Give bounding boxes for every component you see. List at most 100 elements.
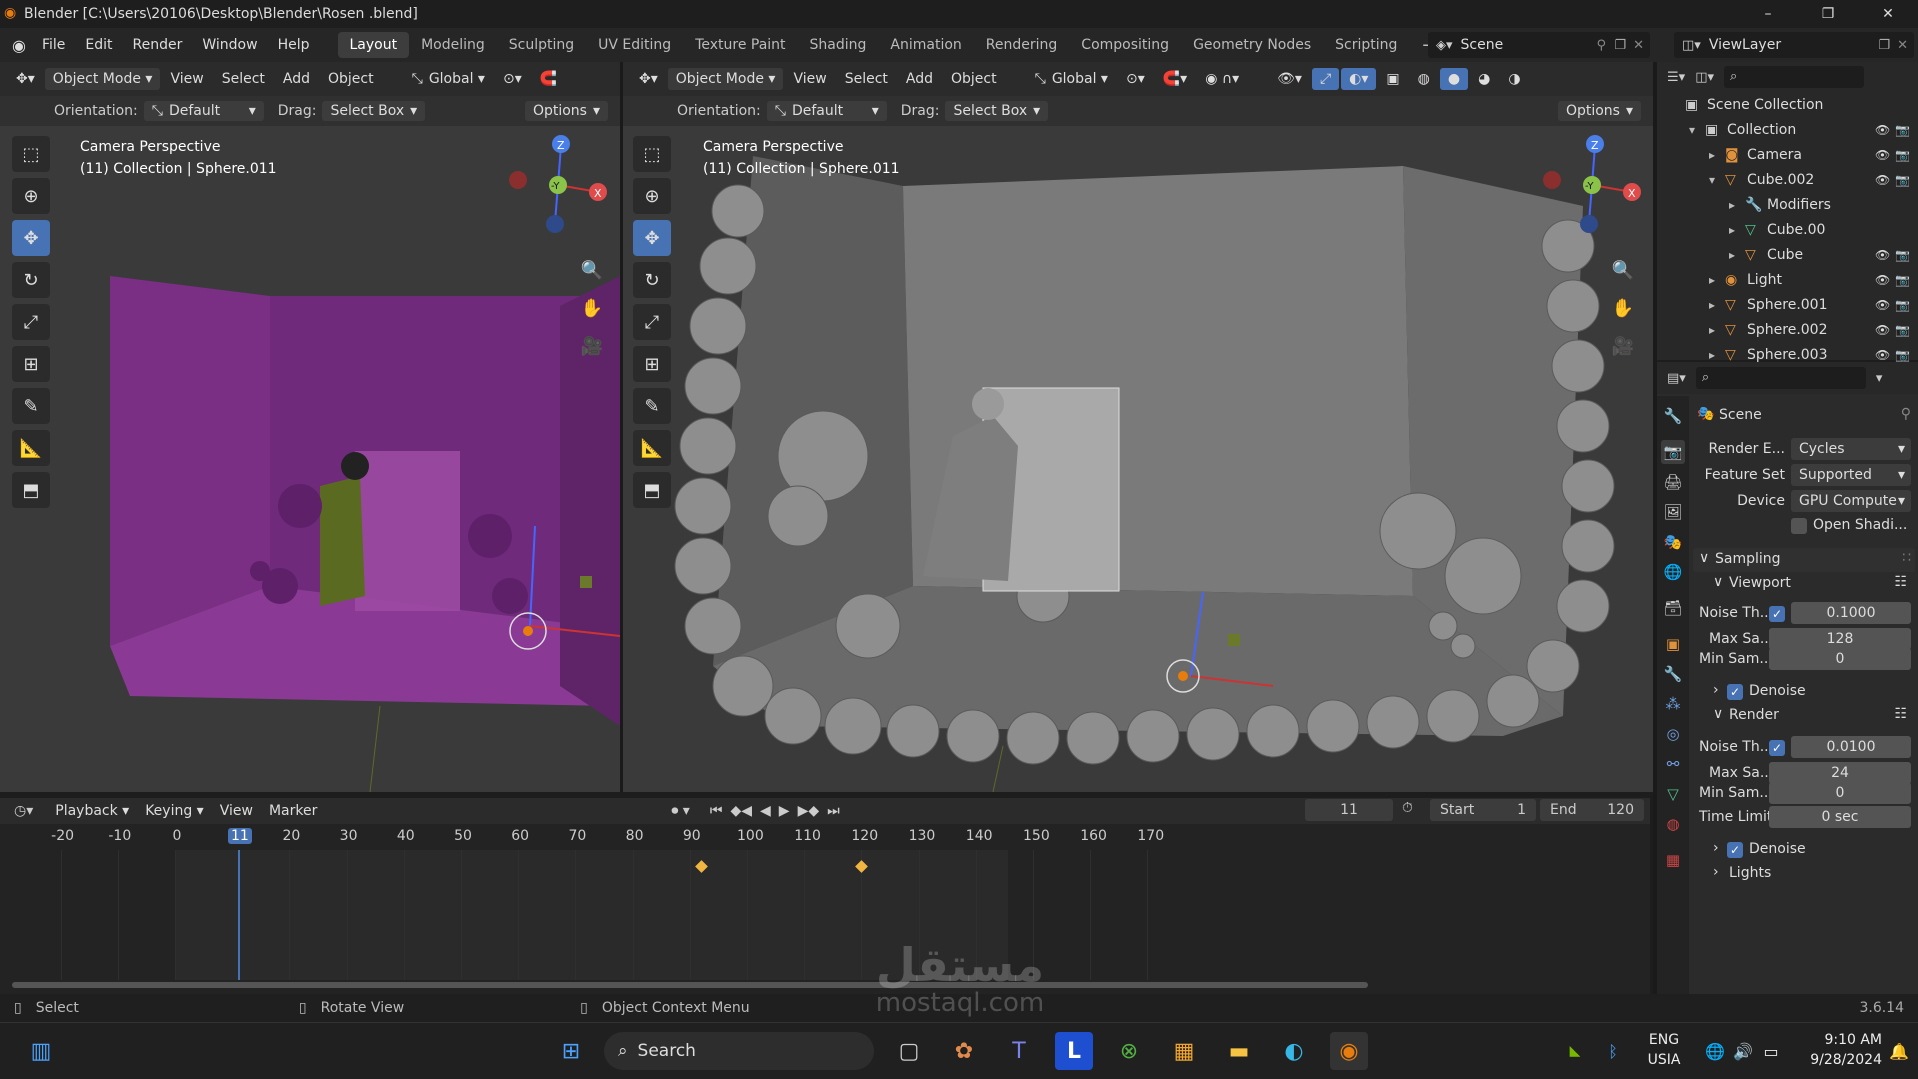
render-camera-icon[interactable]: 📷 — [1895, 273, 1910, 287]
proportional-edit-icon[interactable]: ◉ ∩▾ — [1197, 68, 1247, 90]
jump-end-icon[interactable]: ⏭ — [827, 803, 840, 819]
r-denoise-checkbox[interactable]: ✓ — [1727, 842, 1743, 858]
render-tab-icon[interactable]: 📷 — [1661, 440, 1685, 464]
r-noise-field[interactable]: 0.0100 — [1791, 736, 1911, 758]
zoom-icon[interactable]: 🔍 — [1609, 256, 1637, 284]
outliner-row[interactable]: ▸ ▽ Cube 👁 📷 — [1657, 242, 1918, 267]
expand-arrow-icon[interactable]: ▸ — [1709, 298, 1715, 312]
properties-options-icon[interactable]: ▾ — [1876, 371, 1883, 386]
menu-file[interactable]: File — [32, 37, 75, 53]
vp-denoise-row[interactable]: › ✓ Denoise — [1693, 680, 1915, 704]
outliner-row[interactable]: ▣ Scene Collection — [1657, 92, 1918, 117]
taskbar-search[interactable]: ⌕ Search — [604, 1032, 874, 1070]
xbox-icon[interactable]: ⊗ — [1110, 1032, 1148, 1070]
cursor-tool[interactable]: ⊕ — [12, 178, 50, 214]
expand-arrow-icon[interactable]: ▸ — [1729, 198, 1735, 212]
overlays-icon[interactable]: ◐▾ — [1341, 68, 1377, 90]
delete-scene-icon[interactable]: ✕ — [1633, 38, 1644, 53]
visibility-eye-icon[interactable]: 👁 — [1875, 173, 1890, 187]
output-tab-icon[interactable]: 🖨 — [1661, 470, 1685, 494]
tab-animation[interactable]: Animation — [878, 32, 973, 58]
r-noise-checkbox[interactable]: ✓ — [1769, 740, 1785, 756]
outliner-search-field[interactable]: ⌕ — [1724, 66, 1864, 88]
view-layer-tab-icon[interactable]: 🖼 — [1661, 500, 1685, 524]
next-keyframe-icon[interactable]: ▶◆ — [798, 803, 820, 819]
tab-compositing[interactable]: Compositing — [1069, 32, 1181, 58]
drag-dropdown[interactable]: Select Box ▾ — [322, 101, 426, 121]
menu-window[interactable]: Window — [192, 37, 267, 53]
feature-set-dropdown[interactable]: Supported ▾ — [1791, 464, 1911, 486]
cursor-tool[interactable]: ⊕ — [633, 178, 671, 214]
keyframe-marker[interactable] — [695, 860, 709, 873]
outliner-row[interactable]: ▸ ▽ Cube.00 — [1657, 217, 1918, 242]
menu-object[interactable]: Object — [320, 68, 382, 90]
visibility-icon[interactable]: 👁▾ — [1269, 68, 1310, 90]
tab-scripting[interactable]: Scripting — [1323, 32, 1409, 58]
editor-type-icon[interactable]: ✥▾ — [8, 68, 43, 90]
world-tab-icon[interactable]: 🌐 — [1661, 560, 1685, 584]
move-tool[interactable]: ✥ — [12, 220, 50, 256]
vp-denoise-checkbox[interactable]: ✓ — [1727, 684, 1743, 700]
blender-menu-icon[interactable]: ◉ — [12, 36, 26, 55]
tab-uv-editing[interactable]: UV Editing — [586, 32, 683, 58]
menu-marker[interactable]: Marker — [261, 800, 325, 822]
r-min-field[interactable]: 0 — [1769, 782, 1911, 804]
menu-select[interactable]: Select — [214, 68, 273, 90]
menu-add[interactable]: Add — [898, 68, 941, 90]
vp-min-field[interactable]: 0 — [1769, 648, 1911, 670]
widgets-icon[interactable]: ▥ — [22, 1032, 60, 1070]
collection-tab-icon[interactable]: 🗃 — [1661, 596, 1685, 620]
editor-type-icon[interactable]: ✥▾ — [631, 68, 666, 90]
transform-orientation-dropdown[interactable]: ⤡ Global ▾ — [404, 68, 493, 90]
menu-edit[interactable]: Edit — [75, 37, 122, 53]
menu-view[interactable]: View — [212, 800, 261, 822]
menu-view[interactable]: View — [162, 68, 211, 90]
navigation-gizmo[interactable]: Z -Y X — [1537, 130, 1647, 240]
vp-noise-checkbox[interactable]: ✓ — [1769, 606, 1785, 622]
render-camera-icon[interactable]: 📷 — [1895, 298, 1910, 312]
measure-tool[interactable]: 📐 — [12, 430, 50, 466]
timeline-editor-type-icon[interactable]: ◷▾ — [14, 803, 33, 819]
render-camera-icon[interactable]: 📷 — [1895, 148, 1910, 162]
open-shading-checkbox[interactable] — [1791, 518, 1807, 534]
gizmo-toggle-icon[interactable]: ⤢ — [1311, 68, 1340, 90]
device-dropdown[interactable]: GPU Compute ▾ — [1791, 490, 1911, 512]
properties-editor-type-icon[interactable]: ▤▾ — [1667, 371, 1686, 386]
language-indicator[interactable]: ENG USIA — [1644, 1030, 1684, 1070]
pin-icon[interactable]: ⚲ — [1901, 406, 1911, 422]
scale-tool[interactable]: ⤢ — [633, 304, 671, 340]
measure-tool[interactable]: 📐 — [633, 430, 671, 466]
texture-tab-icon[interactable]: ▦ — [1661, 848, 1685, 872]
orientation-dropdown[interactable]: ⤡ Default ▾ — [143, 101, 264, 121]
snap-icon[interactable]: 🧲 — [532, 68, 565, 90]
navigation-gizmo[interactable]: Z -Y X — [503, 130, 613, 240]
expand-arrow-icon[interactable]: ▸ — [1729, 223, 1735, 237]
new-scene-icon[interactable]: ❐ — [1614, 38, 1626, 53]
battery-icon[interactable]: ▭ — [1752, 1032, 1790, 1070]
clock[interactable]: 9:10 AM 9/28/2024 — [1792, 1030, 1882, 1070]
bluetooth-icon[interactable]: ᛒ — [1594, 1032, 1632, 1070]
outliner-row[interactable]: ▾ ▣ Collection 👁 📷 — [1657, 117, 1918, 142]
add-cube-tool[interactable]: ⬒ — [12, 472, 50, 508]
zoom-icon[interactable]: 🔍 — [578, 256, 606, 284]
tab-rendering[interactable]: Rendering — [974, 32, 1070, 58]
camera-view-icon[interactable]: 🎥 — [578, 332, 606, 360]
render-camera-icon[interactable]: 📷 — [1895, 173, 1910, 187]
wireframe-shading-icon[interactable]: ◍ — [1410, 68, 1438, 90]
scene-tab-icon[interactable]: 🎭 — [1661, 530, 1685, 554]
lights-panel-header[interactable]: › Lights — [1693, 862, 1915, 886]
render-camera-icon[interactable]: 📷 — [1895, 348, 1910, 362]
render-engine-dropdown[interactable]: Cycles ▾ — [1791, 438, 1911, 460]
vp-max-field[interactable]: 128 — [1769, 628, 1911, 650]
timeline-ruler[interactable]: -20 -10 0 11 20 30 40 50 60 70 80 90 100 110 120 130 140… — [0, 824, 1380, 848]
pan-hand-icon[interactable]: ✋ — [1609, 294, 1637, 322]
outliner-row[interactable]: ▸ ▽ Sphere.001 👁 📷 — [1657, 292, 1918, 317]
delete-viewlayer-icon[interactable]: ✕ — [1897, 38, 1908, 53]
tab-sculpting[interactable]: Sculpting — [497, 32, 586, 58]
annotate-tool[interactable]: ✎ — [633, 388, 671, 424]
menu-playback[interactable]: Playback ▾ — [47, 800, 137, 822]
rotate-tool[interactable]: ↻ — [633, 262, 671, 298]
xray-icon[interactable]: ▣ — [1378, 68, 1407, 90]
pan-hand-icon[interactable]: ✋ — [578, 294, 606, 322]
vp-noise-field[interactable]: 0.1000 — [1791, 602, 1911, 624]
